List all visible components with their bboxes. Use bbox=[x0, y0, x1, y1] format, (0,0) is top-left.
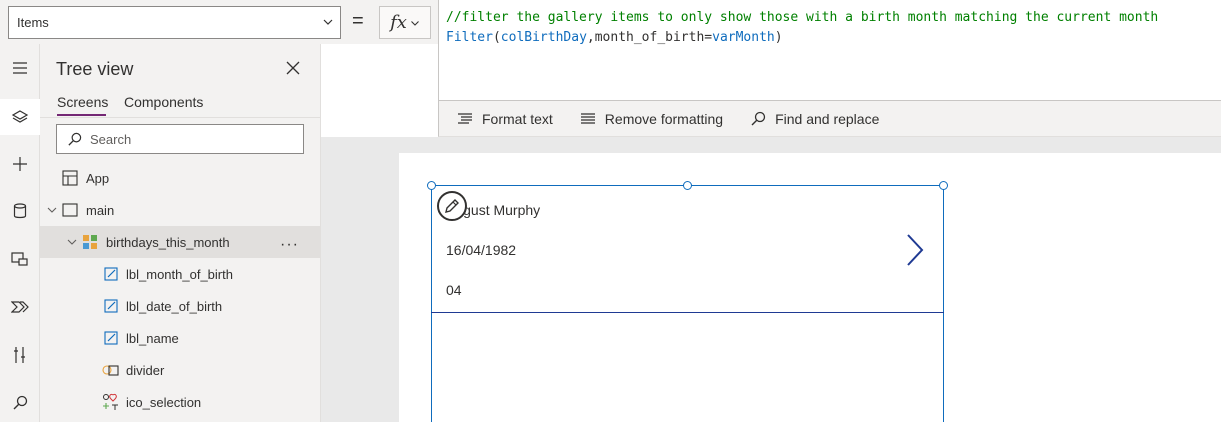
formula-variable: varMonth bbox=[712, 30, 775, 45]
screen-icon bbox=[61, 201, 79, 219]
chevron-down-icon bbox=[411, 20, 419, 26]
tree-item-label: lbl_date_of_birth bbox=[126, 298, 223, 314]
search-input[interactable] bbox=[90, 131, 290, 147]
left-rail bbox=[0, 44, 40, 422]
hamburger-menu-icon[interactable] bbox=[4, 52, 36, 84]
gallery-icon bbox=[81, 233, 99, 251]
format-text-button[interactable]: Format text bbox=[457, 111, 553, 127]
tab-components[interactable]: Components bbox=[124, 94, 203, 110]
active-tab-indicator bbox=[57, 114, 106, 116]
tree-item-app[interactable]: App bbox=[40, 162, 321, 194]
remove-formatting-label: Remove formatting bbox=[604, 110, 724, 127]
formula-toolbar: Format text Remove formatting Find and r… bbox=[438, 101, 1221, 137]
tree-item-label: ico_selection bbox=[126, 394, 202, 410]
tree-search-box[interactable] bbox=[56, 124, 304, 154]
tree-item-divider[interactable]: divider bbox=[40, 354, 321, 386]
tree-item-label: birthdays_this_month bbox=[106, 234, 230, 250]
close-icon[interactable] bbox=[285, 60, 301, 79]
tree-item-label: lbl_month_of_birth bbox=[126, 266, 233, 282]
chevron-down-icon[interactable] bbox=[47, 205, 57, 215]
tree-item-label: lbl_name bbox=[126, 330, 179, 346]
fx-icon: fx bbox=[390, 12, 407, 33]
gallery-item-divider bbox=[431, 312, 944, 313]
more-options-icon[interactable]: ··· bbox=[280, 236, 299, 254]
edit-pencil-icon[interactable] bbox=[437, 191, 467, 221]
format-text-label: Format text bbox=[482, 110, 553, 127]
equals-sign: = bbox=[352, 10, 364, 32]
chevron-down-icon bbox=[323, 19, 333, 25]
icons-control-icon bbox=[102, 393, 120, 411]
tree-item-ico-selection[interactable]: ico_selection bbox=[40, 386, 321, 418]
formula-editor[interactable]: //filter the gallery items to only show … bbox=[438, 0, 1221, 101]
search-icon bbox=[68, 132, 82, 146]
divider bbox=[40, 117, 321, 118]
chevron-down-icon[interactable] bbox=[67, 237, 77, 247]
formula-comma: , bbox=[586, 30, 595, 45]
tree-item-birthdays-this-month[interactable]: birthdays_this_month ··· bbox=[40, 226, 321, 258]
formula-function: Filter bbox=[446, 30, 493, 45]
layers-icon[interactable] bbox=[0, 99, 40, 135]
shape-icon bbox=[102, 361, 120, 379]
tree-item-label: main bbox=[86, 202, 115, 218]
label-edit-icon bbox=[102, 265, 120, 283]
property-dropdown[interactable]: Items bbox=[8, 6, 341, 39]
plus-icon[interactable] bbox=[4, 148, 36, 180]
search-icon bbox=[751, 111, 766, 125]
fx-button[interactable]: fx bbox=[379, 6, 431, 39]
remove-formatting-button[interactable]: Remove formatting bbox=[580, 111, 723, 127]
tools-icon[interactable] bbox=[4, 339, 36, 371]
property-value: Items bbox=[17, 15, 49, 30]
tree-item-lbl-date-of-birth[interactable]: lbl_date_of_birth bbox=[40, 290, 321, 322]
tree-item-main[interactable]: main bbox=[40, 194, 321, 226]
formula-equals: = bbox=[704, 30, 713, 45]
tree-item-label: App bbox=[86, 170, 110, 186]
formula-field: month_of_birth bbox=[594, 30, 705, 45]
tree-item-label: divider bbox=[126, 362, 165, 378]
label-edit-icon bbox=[102, 329, 120, 347]
power-automate-icon[interactable] bbox=[4, 291, 36, 323]
search-icon[interactable] bbox=[4, 387, 36, 419]
resize-handle[interactable] bbox=[427, 181, 436, 190]
lbl-date-of-birth[interactable]: 16/04/1982 bbox=[446, 242, 516, 258]
tab-screens[interactable]: Screens bbox=[57, 94, 108, 110]
resize-handle[interactable] bbox=[683, 181, 692, 190]
app-icon bbox=[61, 169, 79, 187]
find-replace-label: Find and replace bbox=[775, 110, 880, 127]
tree-item-lbl-name[interactable]: lbl_name bbox=[40, 322, 321, 354]
find-replace-button[interactable]: Find and replace bbox=[750, 111, 879, 127]
remove-formatting-icon bbox=[580, 112, 595, 124]
gallery-birthdays-this-month[interactable] bbox=[431, 185, 944, 422]
panel-title: Tree view bbox=[56, 59, 134, 79]
formula-paren-open: ( bbox=[492, 30, 501, 45]
formula-expression: Filter(colBirthDay,month_of_birth=varMon… bbox=[446, 28, 1221, 48]
lbl-month-of-birth[interactable]: 04 bbox=[446, 282, 462, 298]
formula-collection: colBirthDay bbox=[500, 30, 587, 45]
formula-comment: //filter the gallery items to only show … bbox=[446, 10, 1159, 25]
formula-paren-close: ) bbox=[774, 30, 783, 45]
tree-view-panel: Tree view Screens Components App main bi… bbox=[40, 44, 321, 422]
chevron-right-icon[interactable] bbox=[903, 232, 927, 271]
media-icon[interactable] bbox=[4, 243, 36, 275]
resize-handle[interactable] bbox=[939, 181, 948, 190]
tree-item-lbl-month-of-birth[interactable]: lbl_month_of_birth bbox=[40, 258, 321, 290]
database-icon[interactable] bbox=[4, 195, 36, 227]
format-text-icon bbox=[458, 112, 472, 124]
label-edit-icon bbox=[102, 297, 120, 315]
